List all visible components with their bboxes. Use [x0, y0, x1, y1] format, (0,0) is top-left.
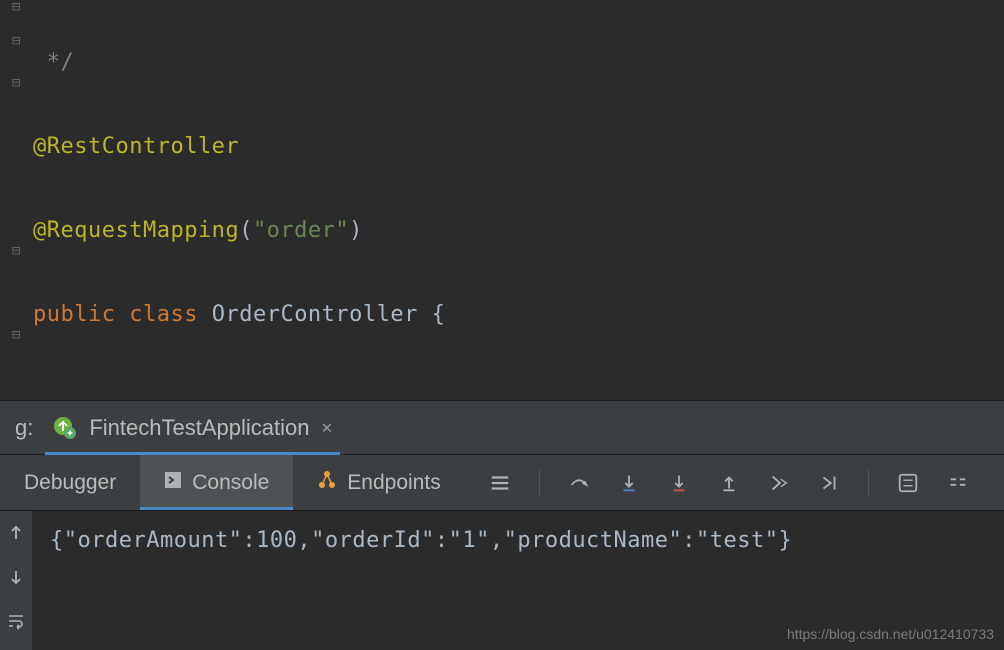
fold-mark-icon[interactable]: ⊟ — [12, 0, 20, 14]
debug-toolbar: Debugger Console Endpoints — [0, 455, 1004, 511]
force-step-into-icon[interactable] — [668, 472, 690, 494]
editor-gutter: ⊟ ⊟ ⊟ ⊟ ⊟ — [0, 0, 33, 400]
tab-endpoints[interactable]: Endpoints — [293, 455, 464, 510]
tab-label: Endpoints — [347, 471, 440, 495]
up-icon[interactable] — [6, 523, 26, 549]
settings-icon[interactable] — [489, 472, 511, 494]
code-content[interactable]: */ @RestController @RequestMapping("orde… — [33, 0, 1004, 400]
debug-toolbar-icons — [489, 469, 969, 497]
fold-mark-icon[interactable]: ⊟ — [12, 34, 20, 48]
step-into-icon[interactable] — [618, 472, 640, 494]
console-icon — [164, 471, 182, 495]
console-side-toolbar — [0, 511, 33, 650]
fold-mark-icon[interactable]: ⊟ — [12, 328, 20, 342]
annotation-requestmapping: @RequestMapping — [33, 218, 239, 243]
tab-label: Console — [192, 471, 269, 495]
evaluate-icon[interactable] — [897, 472, 919, 494]
separator — [868, 469, 869, 497]
endpoints-icon — [317, 470, 337, 496]
tab-console[interactable]: Console — [140, 455, 293, 510]
wrap-icon[interactable] — [6, 611, 26, 637]
run-config-tab[interactable]: FintechTestApplication ✕ — [45, 401, 340, 454]
run-panel-label: g: — [15, 415, 33, 441]
run-to-cursor-icon[interactable] — [818, 472, 840, 494]
tab-debugger[interactable]: Debugger — [0, 455, 140, 510]
string-literal: "order" — [253, 218, 349, 243]
keyword-class: class — [129, 302, 198, 327]
spring-boot-run-icon — [53, 416, 77, 440]
trace-icon[interactable] — [947, 472, 969, 494]
fold-mark-icon[interactable]: ⊟ — [12, 244, 20, 258]
class-name: OrderController — [212, 302, 418, 327]
fold-mark-icon[interactable]: ⊟ — [12, 76, 20, 90]
annotation-restcontroller: @RestController — [33, 134, 239, 159]
step-out-icon[interactable] — [718, 472, 740, 494]
code-editor[interactable]: ⊟ ⊟ ⊟ ⊟ ⊟ */ @RestController @RequestMap… — [0, 0, 1004, 400]
watermark: https://blog.csdn.net/u012410733 — [787, 626, 994, 642]
run-tab-bar: g: FintechTestApplication ✕ — [0, 400, 1004, 455]
run-config-name: FintechTestApplication — [89, 415, 309, 441]
down-icon[interactable] — [6, 567, 26, 593]
code-comment: */ — [47, 50, 75, 75]
console-text: {"orderAmount":100,"orderId":"1","produc… — [50, 528, 792, 553]
drop-frame-icon[interactable] — [768, 472, 790, 494]
tab-label: Debugger — [24, 471, 116, 495]
close-icon[interactable]: ✕ — [321, 417, 332, 438]
keyword-public: public — [33, 302, 115, 327]
step-over-icon[interactable] — [568, 472, 590, 494]
separator — [539, 469, 540, 497]
